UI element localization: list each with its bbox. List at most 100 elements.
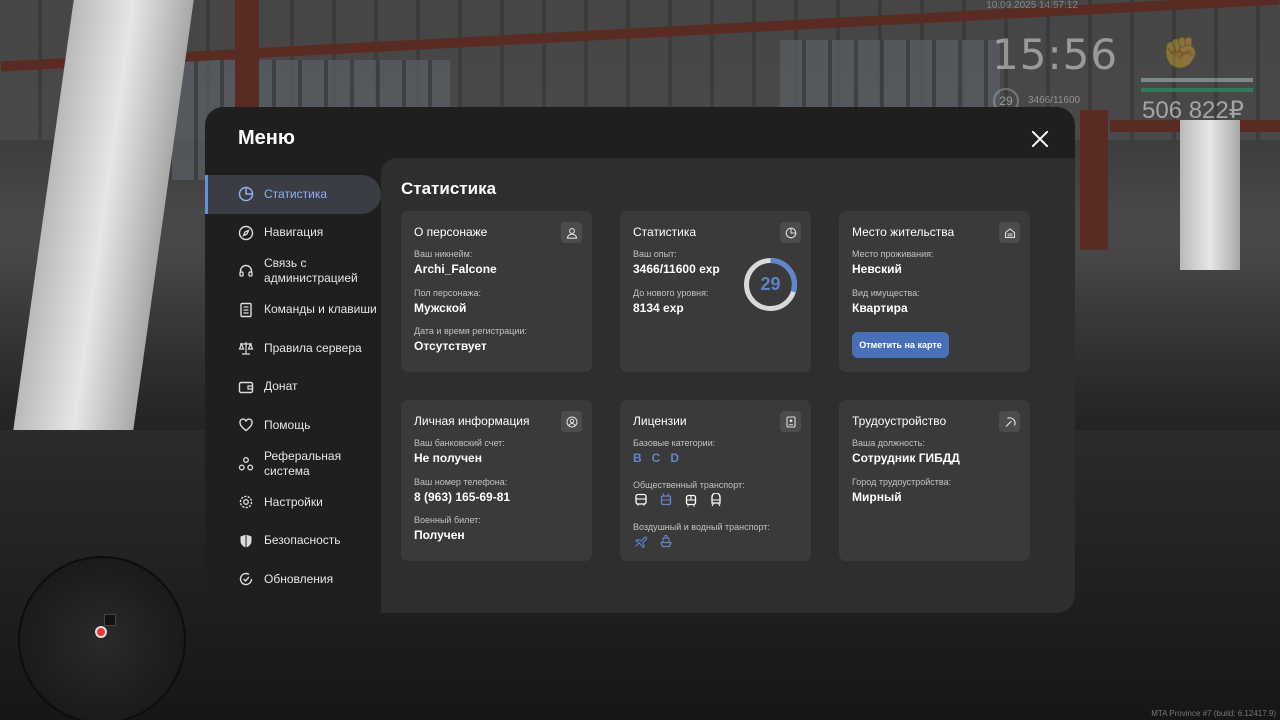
health-bar bbox=[1141, 78, 1253, 82]
license-category-b: B bbox=[633, 451, 642, 465]
sidebar-item-security[interactable]: Безопасность bbox=[205, 522, 381, 561]
hud-money: 506 822₽ bbox=[1142, 97, 1245, 124]
registration-value: Отсутствует bbox=[414, 339, 487, 353]
hud-exp: 3466/11600 bbox=[1028, 95, 1081, 106]
close-button[interactable] bbox=[1028, 127, 1052, 151]
exp-value: 3466/11600 exp bbox=[633, 262, 720, 276]
roof-beam bbox=[1080, 110, 1108, 250]
sidebar-item-label: Статистика bbox=[264, 186, 328, 201]
gear-icon bbox=[237, 493, 255, 511]
level-number: 29 bbox=[760, 274, 781, 294]
refresh-check-icon bbox=[237, 570, 255, 588]
shield-icon bbox=[237, 532, 255, 550]
hud-datetime: 10.09.2025 14:57:12 bbox=[986, 0, 1078, 11]
residence-place-value: Невский bbox=[852, 262, 902, 276]
card-title: Личная информация bbox=[414, 414, 530, 428]
ship-icon bbox=[658, 533, 674, 549]
sidebar-nav: Статистика Навигация Связь с администрац… bbox=[205, 175, 381, 599]
sidebar-item-navigation[interactable]: Навигация bbox=[205, 214, 381, 253]
minimap bbox=[18, 556, 186, 720]
scales-icon bbox=[237, 339, 255, 357]
sidebar-item-referral[interactable]: Реферальная система bbox=[205, 445, 381, 484]
heart-hand-icon bbox=[237, 416, 255, 434]
menu-title: Меню bbox=[238, 127, 295, 149]
sidebar-item-donate[interactable]: Донат bbox=[205, 368, 381, 407]
page-title: Статистика bbox=[401, 179, 497, 198]
home-icon bbox=[999, 222, 1020, 243]
sidebar-item-label: Правила сервера bbox=[264, 340, 362, 355]
military-id-label: Военный билет: bbox=[414, 515, 481, 525]
residence-card: Место жительства Место проживания: Невск… bbox=[839, 211, 1030, 372]
phone-value: 8 (963) 165-69-81 bbox=[414, 490, 511, 504]
position-value: Сотрудник ГИБДД bbox=[852, 451, 960, 465]
license-category-c: C bbox=[651, 451, 661, 465]
sidebar-item-statistics[interactable]: Статистика bbox=[205, 175, 381, 214]
metro-icon bbox=[708, 492, 724, 508]
employment-card: Трудоустройство Ваша должность: Сотрудни… bbox=[839, 400, 1030, 561]
property-value: Квартира bbox=[852, 301, 908, 315]
air-water-transport-label: Воздушный и водный транспорт: bbox=[633, 522, 770, 532]
id-card-icon bbox=[780, 411, 801, 432]
next-level-value: 8134 exp bbox=[633, 301, 684, 315]
nickname-label: Ваш никнейм: bbox=[414, 249, 473, 259]
trolleybus-icon bbox=[658, 492, 674, 508]
sidebar-item-contact-admin[interactable]: Связь с администрацией bbox=[205, 252, 381, 291]
job-city-label: Город трудоустройства: bbox=[852, 477, 952, 487]
base-categories-label: Базовые категории: bbox=[633, 438, 716, 448]
military-id-value: Получен bbox=[414, 528, 465, 542]
document-icon bbox=[237, 301, 255, 319]
user-circle-icon bbox=[561, 411, 582, 432]
sidebar-item-label: Навигация bbox=[264, 225, 324, 240]
sidebar-item-label: Команды и клавиши bbox=[264, 302, 377, 317]
tram-icon bbox=[683, 492, 699, 508]
mark-on-map-button[interactable]: Отметить на карте bbox=[852, 332, 949, 358]
sidebar-item-label: Реферальная система bbox=[264, 448, 342, 478]
public-transport-icons bbox=[633, 492, 724, 508]
referral-icon bbox=[237, 455, 255, 473]
sidebar-item-label: Помощь bbox=[264, 417, 311, 432]
character-card: О персонаже Ваш никнейм: Archi_Falcone П… bbox=[401, 211, 592, 372]
minimap-blip-icon bbox=[104, 614, 116, 626]
sidebar-item-label: Обновления bbox=[264, 571, 334, 586]
pie-chart-icon bbox=[237, 185, 255, 203]
sidebar-item-label: Настройки bbox=[264, 494, 323, 509]
sidebar-item-updates[interactable]: Обновления bbox=[205, 560, 381, 599]
menu-window: Меню Статистика Навигация Связь с админи… bbox=[205, 107, 1075, 613]
armor-bar bbox=[1141, 88, 1253, 92]
license-categories: B C D bbox=[633, 451, 679, 465]
pickaxe-icon bbox=[999, 411, 1020, 432]
sidebar-item-help[interactable]: Помощь bbox=[205, 406, 381, 445]
compass-icon bbox=[237, 224, 255, 242]
residence-place-label: Место проживания: bbox=[852, 249, 934, 259]
sidebar-item-settings[interactable]: Настройки bbox=[205, 483, 381, 522]
headset-icon bbox=[237, 262, 255, 280]
card-title: Трудоустройство bbox=[852, 414, 947, 428]
sidebar-item-commands[interactable]: Команды и клавиши bbox=[205, 291, 381, 330]
card-title: О персонаже bbox=[414, 225, 488, 239]
sidebar-item-rules[interactable]: Правила сервера bbox=[205, 329, 381, 368]
license-category-d: D bbox=[670, 451, 680, 465]
player-marker-icon bbox=[95, 626, 107, 638]
wallet-icon bbox=[237, 378, 255, 396]
card-title: Место жительства bbox=[852, 225, 955, 239]
phone-label: Ваш номер телефона: bbox=[414, 477, 508, 487]
gender-value: Мужской bbox=[414, 301, 467, 315]
property-label: Вид имущества: bbox=[852, 288, 920, 298]
position-label: Ваша должность: bbox=[852, 438, 925, 448]
bank-account-label: Ваш банковский счет: bbox=[414, 438, 505, 448]
user-icon bbox=[561, 222, 582, 243]
public-transport-label: Общественный транспорт: bbox=[633, 480, 745, 490]
card-title: Статистика bbox=[633, 225, 697, 239]
sidebar-item-label: Связь с администрацией bbox=[264, 256, 358, 286]
bank-account-value: Не получен bbox=[414, 451, 482, 465]
concrete-pillar bbox=[1180, 120, 1240, 270]
sidebar-item-label: Безопасность bbox=[264, 533, 341, 548]
statistics-card: Статистика Ваш опыт: 3466/11600 exp До н… bbox=[620, 211, 811, 372]
registration-label: Дата и время регистрации: bbox=[414, 326, 527, 336]
job-city-value: Мирный bbox=[852, 490, 902, 504]
airplane-icon bbox=[633, 533, 649, 549]
next-level-label: До нового уровня: bbox=[633, 288, 709, 298]
card-title: Лицензии bbox=[633, 414, 687, 428]
bus-icon bbox=[633, 492, 649, 508]
personal-info-card: Личная информация Ваш банковский счет: Н… bbox=[401, 400, 592, 561]
